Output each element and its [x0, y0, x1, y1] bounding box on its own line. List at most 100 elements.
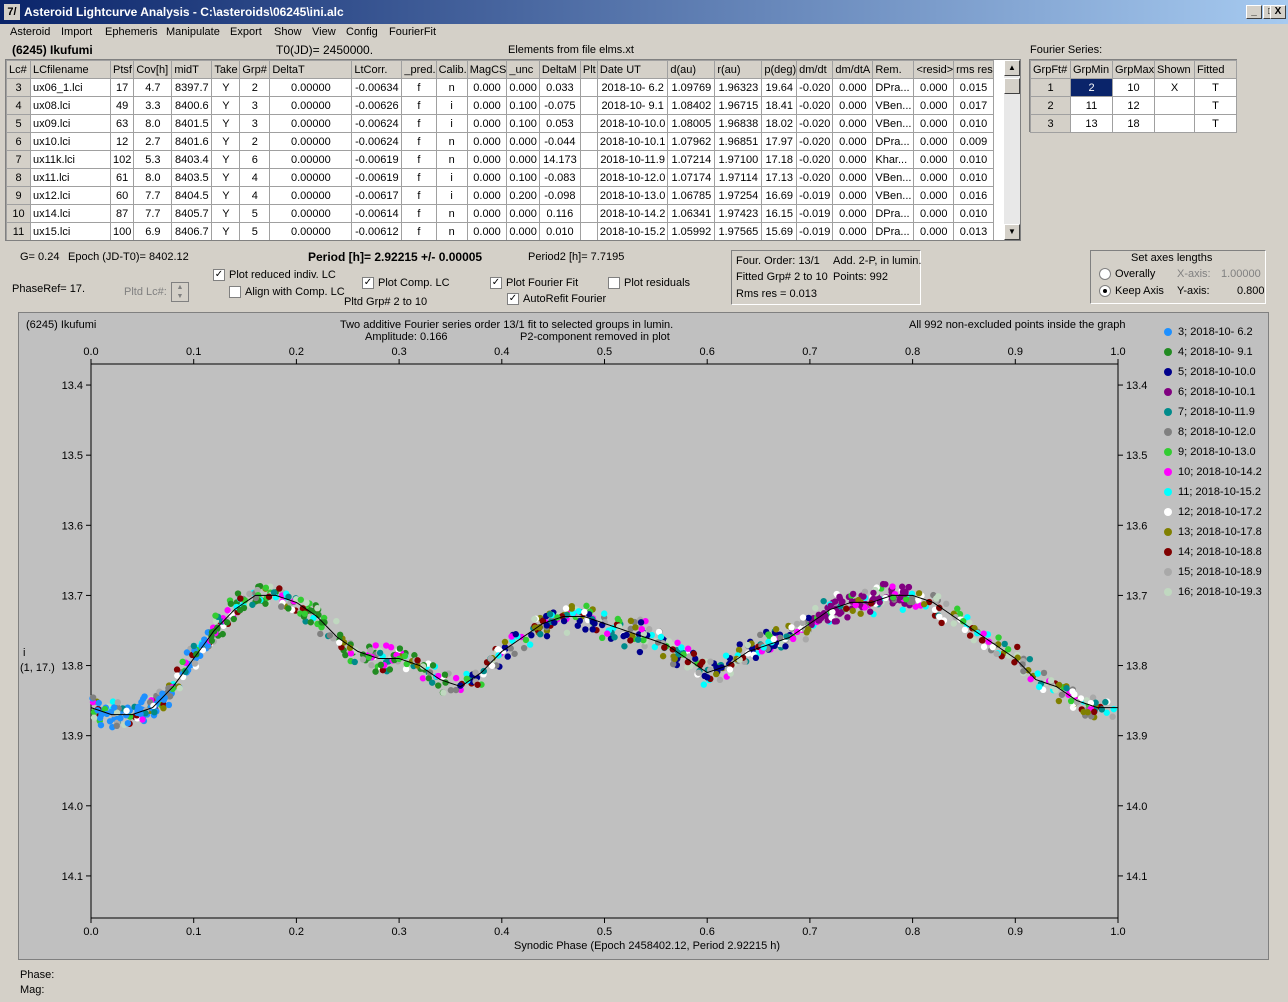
x-tick-label: 1.0 [1110, 926, 1125, 938]
data-point [1035, 683, 1043, 691]
legend-label: 7; 2018-10-11.9 [1178, 406, 1255, 418]
data-point [428, 679, 436, 686]
data-point [812, 604, 819, 612]
data-point [627, 637, 634, 644]
legend-item: 9; 2018-10-13.0 [1164, 446, 1262, 466]
data-point [799, 614, 807, 621]
data-point [297, 596, 305, 603]
data-point [671, 655, 678, 663]
data-point [870, 589, 877, 597]
legend-marker-icon [1164, 408, 1172, 416]
data-point [700, 681, 708, 688]
legend-marker-icon [1164, 348, 1172, 356]
x-tick-label-top: 0.9 [1008, 346, 1023, 358]
data-point [367, 647, 374, 654]
data-point [637, 619, 645, 626]
data-point [318, 619, 325, 626]
y-tick-label-right: 13.7 [1126, 590, 1147, 602]
legend-marker-icon [1164, 568, 1172, 576]
data-point [212, 612, 219, 619]
data-point [276, 585, 283, 592]
data-point [190, 642, 198, 650]
data-point [860, 593, 867, 600]
data-point [722, 652, 730, 659]
data-point [165, 701, 173, 709]
data-point [589, 626, 596, 633]
legend-label: 15; 2018-10-18.9 [1178, 566, 1262, 578]
data-point [1063, 685, 1070, 692]
x-tick-label-top: 1.0 [1110, 346, 1125, 358]
data-point [638, 625, 646, 633]
x-tick-label-top: 0.3 [391, 346, 406, 358]
data-point [314, 604, 321, 612]
data-point [501, 638, 509, 646]
x-tick-label-top: 0.5 [597, 346, 612, 358]
data-point [114, 699, 122, 706]
data-point [1102, 698, 1109, 706]
y-tick-label: 13.5 [62, 450, 83, 462]
data-point [512, 631, 519, 638]
data-point [401, 652, 409, 660]
data-point [429, 662, 437, 669]
data-point [113, 722, 120, 730]
data-point [151, 709, 158, 716]
data-point [1109, 713, 1116, 720]
data-point [224, 607, 231, 614]
data-point [179, 658, 186, 666]
data-point [803, 629, 810, 636]
y-tick-label: 13.6 [62, 520, 83, 532]
data-point [868, 600, 875, 607]
data-point [562, 605, 570, 612]
data-point [89, 694, 97, 701]
data-point [303, 599, 310, 606]
data-point [943, 600, 950, 608]
data-point [351, 658, 358, 666]
data-point [160, 704, 167, 712]
data-point [782, 643, 789, 650]
x-tick-label-top: 0.7 [802, 346, 817, 358]
data-point [219, 630, 226, 638]
data-point [627, 617, 635, 625]
data-point [270, 589, 278, 596]
data-point [124, 719, 132, 727]
legend-item: 8; 2018-10-12.0 [1164, 426, 1262, 446]
legend-item: 4; 2018-10- 9.1 [1164, 346, 1262, 366]
legend-marker-icon [1164, 368, 1172, 376]
y-tick-label-right: 13.8 [1126, 661, 1147, 673]
data-point [659, 652, 667, 660]
data-point [905, 583, 912, 591]
data-point [372, 668, 379, 675]
legend-marker-icon [1164, 328, 1172, 336]
legend-item: 6; 2018-10-10.1 [1164, 386, 1262, 406]
data-point [575, 608, 582, 615]
data-point [646, 626, 653, 633]
x-tick-label-top: 0.0 [83, 346, 98, 358]
data-point [995, 634, 1002, 641]
data-point [249, 601, 256, 608]
data-point [844, 614, 851, 621]
legend-item: 16; 2018-10-19.3 [1164, 586, 1262, 606]
legend-marker-icon [1164, 468, 1172, 476]
data-point [1040, 669, 1048, 677]
data-point [849, 607, 856, 614]
legend-item: 15; 2018-10-18.9 [1164, 566, 1262, 586]
data-point [966, 632, 974, 639]
legend-marker-icon [1164, 388, 1172, 396]
data-point [317, 630, 324, 638]
mag-readout: Mag: [20, 984, 45, 996]
data-point [414, 657, 421, 664]
x-tick-label: 0.4 [494, 926, 509, 938]
plot-legend: 3; 2018-10- 6.2 4; 2018-10- 9.1 5; 2018-10… [1164, 326, 1262, 606]
data-point [902, 595, 910, 603]
data-point [1069, 688, 1076, 695]
data-point [480, 667, 487, 675]
data-point [563, 629, 571, 636]
data-point [849, 590, 857, 598]
y-tick-label: 14.0 [62, 801, 83, 813]
data-point [581, 608, 588, 616]
legend-label: 9; 2018-10-13.0 [1178, 446, 1256, 458]
x-tick-label: 0.0 [83, 926, 98, 938]
data-point [386, 666, 394, 673]
legend-item: 7; 2018-10-11.9 [1164, 406, 1262, 426]
data-point [173, 666, 181, 673]
